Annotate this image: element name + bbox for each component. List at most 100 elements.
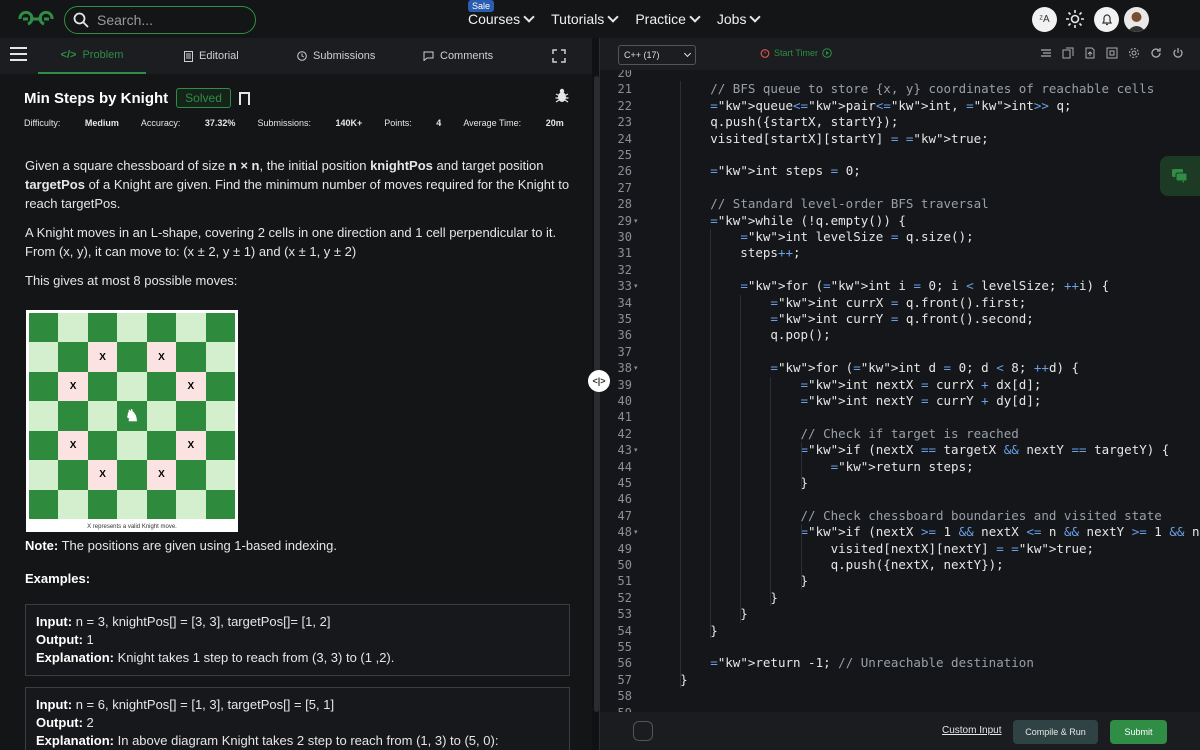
tab-editorial[interactable]: Editorial	[184, 38, 239, 74]
code-line[interactable]: ="kw">for (="kw">int d = 0; d < 8; ++d) …	[650, 360, 1079, 376]
translate-icon[interactable]: ᶻA	[1032, 7, 1057, 32]
editor-actions	[1040, 47, 1184, 59]
custom-input-link[interactable]: Custom Input	[942, 725, 1001, 736]
tab-submissions[interactable]: Submissions	[297, 38, 375, 74]
line-number: 28	[617, 197, 632, 212]
board-cell	[205, 460, 235, 490]
gfg-logo[interactable]	[16, 9, 56, 29]
line-number: 43	[617, 443, 632, 458]
chevron-down-icon	[689, 11, 701, 23]
code-line[interactable]: ="kw">int currY = q.front().second;	[650, 311, 1033, 327]
code-line[interactable]: q.push({startX, startY});	[650, 114, 898, 130]
chat-button[interactable]	[1160, 156, 1200, 196]
code-line[interactable]: ="kw">if (nextX >= 1 && nextX <= n && ne…	[650, 524, 1200, 540]
example-output: Output: 1	[36, 632, 94, 647]
board-cell	[176, 313, 206, 343]
code-line[interactable]: }	[650, 606, 748, 622]
tab-problem[interactable]: </> Problem	[38, 38, 146, 74]
code-line[interactable]: ="kw">int currX = q.front().first;	[650, 295, 1026, 311]
code-line[interactable]: // Check if target is reached	[650, 426, 1019, 442]
board-cell	[29, 401, 59, 431]
format-icon[interactable]	[1040, 47, 1052, 59]
board-cell	[176, 460, 206, 490]
nav-practice[interactable]: Practice	[635, 11, 701, 27]
tab-comments[interactable]: Comments	[423, 38, 493, 74]
code-line[interactable]: ="kw">return steps;	[650, 459, 974, 475]
upload-file-icon[interactable]	[1084, 47, 1096, 59]
code-line[interactable]: }	[650, 623, 718, 639]
board-cell	[29, 342, 59, 372]
code-line[interactable]: ="kw">return -1; // Unreachable destinat…	[650, 655, 1034, 671]
code-line[interactable]: ="kw">queue<="kw">pair<="kw">int, ="kw">…	[650, 98, 1071, 114]
code-line[interactable]: }	[650, 573, 809, 589]
code-line[interactable]: ="kw">int nextY = currY + dy[d];	[650, 393, 1042, 409]
board-cell	[117, 489, 147, 519]
code-line[interactable]: ="kw">while (!q.empty()) {	[650, 213, 906, 229]
code-line[interactable]: }	[650, 590, 778, 606]
nav-jobs[interactable]: Jobs	[717, 11, 762, 27]
fold-arrow-icon[interactable]: ▾	[634, 364, 638, 372]
search-box[interactable]	[64, 6, 256, 34]
fold-arrow-icon[interactable]: ▾	[634, 528, 638, 536]
menu-icon[interactable]	[10, 47, 27, 61]
line-number: 24	[617, 131, 632, 146]
user-avatar[interactable]	[1124, 7, 1149, 32]
reset-icon[interactable]	[1150, 47, 1162, 59]
comment-icon	[423, 51, 434, 61]
console-toggle-icon[interactable]	[633, 721, 653, 741]
code-line[interactable]: visited[nextX][nextY] = ="kw">true;	[650, 541, 1094, 557]
code-line[interactable]: // BFS queue to store {x, y} coordinates…	[650, 81, 1154, 97]
board-cell	[176, 342, 206, 372]
code-line[interactable]: ="kw">if (nextX == targetX && nextY == t…	[650, 442, 1170, 458]
indent-guide	[680, 81, 682, 689]
submit-button[interactable]: Submit	[1110, 720, 1167, 744]
report-bug-icon[interactable]	[555, 88, 569, 103]
chevron-down-icon	[523, 11, 535, 23]
start-timer-button[interactable]: Start Timer	[760, 48, 832, 58]
line-number: 23	[617, 115, 632, 130]
notification-bell-icon[interactable]	[1094, 7, 1119, 32]
description-paragraph: Given a square chessboard of size n × n,…	[25, 158, 570, 211]
power-icon[interactable]	[1172, 47, 1184, 59]
nav-tutorials[interactable]: Tutorials	[551, 11, 619, 27]
code-line[interactable]: ="kw">int levelSize = q.size();	[650, 229, 973, 245]
fullscreen-icon[interactable]	[552, 49, 566, 63]
chessboard-grid: X X X X ♞ X X X X	[29, 313, 235, 519]
indent-guide	[800, 442, 802, 492]
indent-guide	[770, 376, 772, 607]
compile-run-button[interactable]: Compile & Run	[1013, 720, 1098, 744]
copy-icon[interactable]	[1062, 47, 1074, 59]
settings-gear-icon[interactable]	[1128, 47, 1140, 59]
bookmark-icon[interactable]	[238, 91, 250, 105]
code-line[interactable]: // Standard level-order BFS traversal	[650, 196, 988, 212]
panel-resize-handle[interactable]: <|>	[588, 370, 610, 392]
line-number: 30	[617, 230, 632, 244]
language-select[interactable]: C++ (17)	[618, 45, 696, 65]
line-number: 20	[617, 70, 632, 80]
nav-tutorials-label: Tutorials	[551, 11, 605, 27]
code-line[interactable]: ="kw">int steps = 0;	[650, 163, 861, 179]
language-label: C++ (17)	[624, 50, 660, 60]
knight-move-paragraph: A Knight moves in an L-shape, covering 2…	[25, 225, 557, 259]
board-cell	[87, 489, 118, 519]
code-line[interactable]: }	[650, 475, 809, 491]
fullscreen-editor-icon[interactable]	[1106, 47, 1118, 59]
code-line[interactable]: ="kw">int nextX = currX + dx[d];	[650, 377, 1042, 393]
board-cell	[58, 401, 88, 431]
fold-arrow-icon[interactable]: ▾	[634, 446, 638, 454]
code-line[interactable]: }	[650, 672, 688, 688]
search-input[interactable]	[97, 12, 247, 28]
code-line[interactable]: steps++;	[650, 245, 800, 261]
theme-sun-icon[interactable]	[1066, 10, 1084, 28]
code-line[interactable]: visited[startX][startY] = ="kw">true;	[650, 131, 988, 147]
fold-arrow-icon[interactable]: ▾	[634, 217, 638, 225]
code-line[interactable]: ="kw">for (="kw">int i = 0; i < levelSiz…	[650, 278, 1109, 294]
board-cell	[87, 401, 118, 431]
code-line[interactable]: // Check chessboard boundaries and visit…	[650, 508, 1162, 524]
fold-arrow-icon[interactable]: ▾	[634, 282, 638, 290]
line-number: 48	[617, 525, 632, 540]
tab-submissions-label: Submissions	[313, 50, 376, 62]
code-line[interactable]: q.push({nextX, nextY});	[650, 557, 1004, 573]
nav-courses[interactable]: Sale Courses	[468, 0, 535, 27]
code-editor[interactable]: 20 21 22 23 24 25 26 27 28 29 ▾ 30 31 32 33 ▾ 34 35 36 37 38…	[600, 70, 1200, 712]
